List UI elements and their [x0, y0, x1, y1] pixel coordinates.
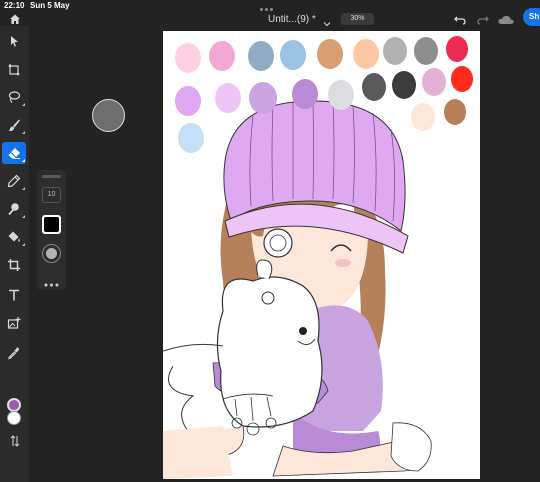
palette-color-dot[interactable]	[444, 99, 466, 125]
palette-color-dot[interactable]	[451, 66, 473, 92]
palette-color-dot[interactable]	[215, 83, 241, 113]
crop-tool[interactable]	[2, 254, 26, 276]
palette-color-dot[interactable]	[422, 68, 446, 96]
palette-color-dot[interactable]	[280, 40, 306, 70]
palette-color-dot[interactable]	[446, 36, 468, 62]
chevron-down-icon[interactable]	[323, 15, 331, 27]
lasso-tool[interactable]	[2, 86, 26, 108]
move-tool[interactable]	[2, 30, 26, 52]
brush-size-preview	[92, 99, 125, 132]
palette-color-dot[interactable]	[317, 39, 343, 69]
brush-tool[interactable]	[2, 114, 26, 136]
brush-size-field[interactable]: 10	[42, 187, 61, 203]
text-tool[interactable]	[2, 284, 26, 306]
swap-colors-icon[interactable]	[9, 434, 21, 448]
palette-color-dot[interactable]	[392, 71, 416, 99]
primary-color-swatch[interactable]	[7, 398, 21, 412]
eraser-tool[interactable]	[2, 142, 26, 164]
palette-color-dot[interactable]	[175, 86, 201, 116]
secondary-color-swatch[interactable]	[7, 411, 21, 425]
palette-color-dot[interactable]	[362, 73, 386, 101]
palette-color-dot[interactable]	[209, 41, 235, 71]
undo-icon[interactable]	[453, 13, 467, 25]
top-bar: Untit...(9) * 30%	[0, 12, 540, 32]
palette-color-dot[interactable]	[414, 37, 438, 65]
flow-swatch[interactable]	[42, 244, 61, 263]
palette-color-dot[interactable]	[411, 103, 435, 131]
fresco-app: 22:10 Sun 5 May Untit...(9) * 30% Sh 10	[0, 0, 540, 482]
palette-color-dot[interactable]	[353, 39, 379, 69]
pencil-tool[interactable]	[2, 170, 26, 192]
transform-tool[interactable]	[2, 58, 26, 80]
palette-color-dot[interactable]	[383, 37, 407, 65]
multitasking-dots[interactable]	[260, 4, 280, 11]
bear-eye	[299, 327, 307, 335]
status-time: 22:10	[4, 1, 25, 10]
eraser-shape-swatch[interactable]	[42, 215, 61, 234]
tool-bar	[0, 26, 29, 482]
artwork	[163, 100, 432, 479]
status-date: Sun 5 May	[30, 1, 70, 10]
bear-ear	[256, 259, 273, 280]
fill-tool[interactable]	[2, 226, 26, 248]
palette-color-dot[interactable]	[328, 80, 354, 110]
more-options-icon[interactable]	[44, 274, 59, 287]
palette-color-dot[interactable]	[178, 123, 204, 153]
eyedropper-tool[interactable]	[2, 342, 26, 364]
document-title[interactable]: Untit...(9) *	[268, 14, 316, 25]
status-bar: 22:10 Sun 5 May	[0, 0, 540, 12]
sock	[390, 422, 432, 472]
palette-color-dot[interactable]	[248, 41, 274, 71]
left-eye	[263, 228, 293, 258]
cloud-icon[interactable]	[497, 13, 515, 25]
share-button[interactable]: Sh	[523, 8, 540, 26]
drawing-canvas[interactable]	[163, 31, 480, 479]
redo-icon[interactable]	[476, 13, 490, 25]
tool-options-panel: 10	[37, 170, 66, 290]
zoom-level[interactable]: 30%	[341, 13, 374, 25]
palette-color-dot[interactable]	[249, 82, 277, 114]
palette-color-dot[interactable]	[292, 79, 318, 109]
blush	[335, 259, 351, 267]
home-icon[interactable]	[8, 12, 22, 26]
panel-drag-handle[interactable]	[42, 175, 61, 178]
blur-tool[interactable]	[2, 198, 26, 220]
floor-skin	[163, 426, 233, 479]
image-tool[interactable]	[2, 312, 26, 334]
palette-color-dot[interactable]	[175, 43, 201, 73]
bear-body	[216, 276, 323, 428]
